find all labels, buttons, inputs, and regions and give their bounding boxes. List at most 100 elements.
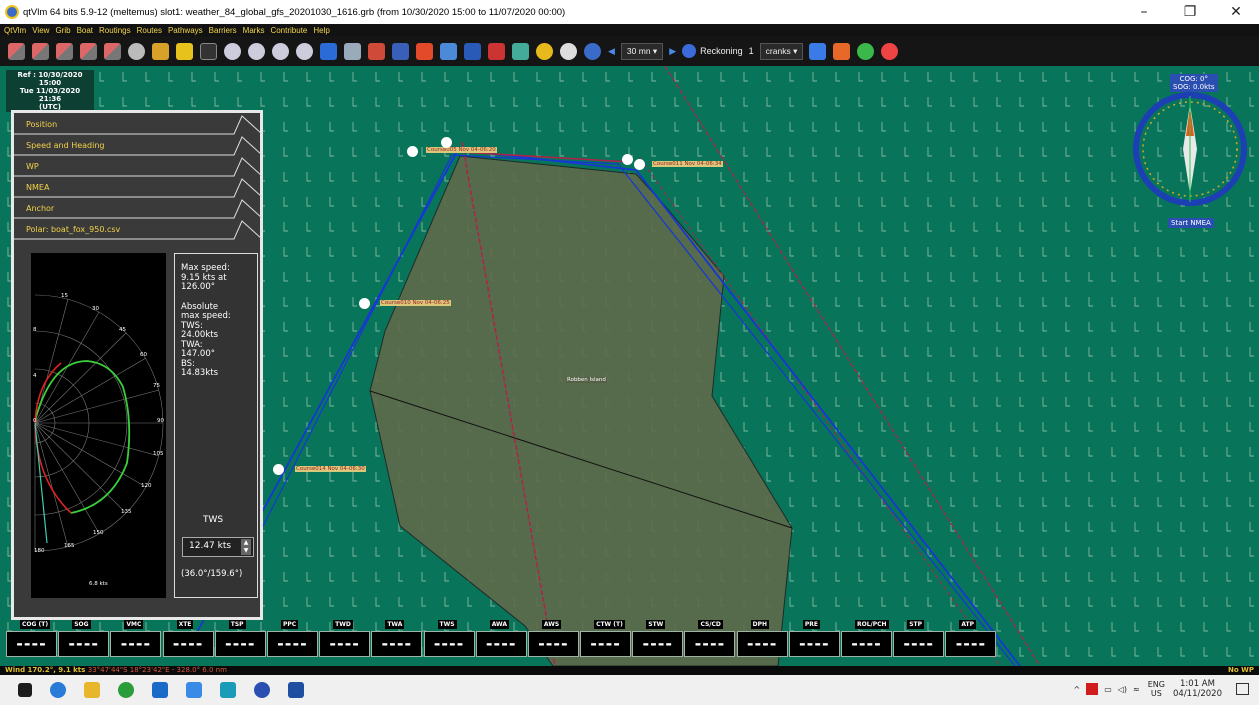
waypoint-marker[interactable] — [273, 464, 284, 475]
file-explorer-icon[interactable] — [84, 682, 100, 698]
chrome-icon[interactable] — [118, 682, 134, 698]
waypoint-marker[interactable] — [634, 159, 645, 170]
windows-start-icon[interactable] — [18, 683, 32, 697]
waypoint-marker[interactable] — [622, 154, 633, 165]
menu-barriers[interactable]: Barriers — [209, 26, 237, 35]
instrument-xte[interactable]: XTE ---- — [162, 620, 214, 660]
mark-icon[interactable] — [56, 42, 73, 60]
tab-position[interactable]: Position — [14, 115, 262, 135]
menu-grib[interactable]: Grib — [55, 26, 70, 35]
wifi-icon[interactable]: ≈ — [1133, 685, 1140, 694]
routing-icon[interactable] — [32, 42, 49, 60]
tab-wp[interactable]: WP — [14, 157, 262, 177]
instrument-cscd[interactable]: CS/CD ---- — [684, 620, 736, 660]
instrument-tsp[interactable]: TSP ---- — [214, 620, 266, 660]
wind-icon[interactable] — [176, 42, 193, 60]
volume-icon[interactable]: ◁) — [1118, 685, 1127, 694]
instrument-aws[interactable]: AWS ---- — [527, 620, 579, 660]
instrument-vmc[interactable]: VMC ---- — [110, 620, 162, 660]
maximize-button[interactable]: ❐ — [1167, 4, 1213, 20]
instrument-twd[interactable]: TWD ---- — [319, 620, 371, 660]
island-label[interactable]: Robben Island — [566, 377, 607, 383]
start-nmea-button[interactable]: Start NMEA — [1168, 218, 1214, 228]
tab-nmea[interactable]: NMEA — [14, 178, 262, 198]
instrument-stp[interactable]: STP ---- — [893, 620, 945, 660]
qtvlm-taskbar-icon[interactable] — [254, 682, 270, 698]
close-button[interactable]: ✕ — [1213, 4, 1259, 20]
clock-icon[interactable] — [128, 42, 145, 60]
keyboard-icon[interactable] — [464, 42, 481, 60]
menu-contribute[interactable]: Contribute — [270, 26, 307, 35]
interval-select[interactable]: 30 mn ▾ — [620, 42, 664, 60]
menu-help[interactable]: Help — [313, 26, 329, 35]
minimize-button[interactable]: – — [1121, 4, 1167, 20]
store-icon[interactable] — [186, 682, 202, 698]
sync-icon[interactable] — [584, 42, 601, 60]
menu-marks[interactable]: Marks — [243, 26, 265, 35]
menu-view[interactable]: View — [32, 26, 49, 35]
step-forward-icon[interactable]: ▶ — [669, 46, 676, 57]
crank-count[interactable]: 1 — [749, 46, 754, 56]
zoom-out-icon[interactable] — [248, 42, 265, 60]
waypoint-marker[interactable] — [407, 146, 418, 157]
zoom-in-icon[interactable] — [224, 42, 241, 60]
language-indicator[interactable]: ENG US — [1148, 680, 1165, 698]
refresh-icon[interactable] — [512, 42, 529, 60]
instrument-twa[interactable]: TWA ---- — [371, 620, 423, 660]
menu-boat[interactable]: Boat — [77, 26, 93, 35]
instrument-cog[interactable]: COG (T) ---- — [6, 620, 57, 660]
chevron-up-icon[interactable]: ^ — [1074, 685, 1081, 694]
instrument-sog[interactable]: SOG ---- — [58, 620, 110, 660]
chart-icon[interactable] — [320, 42, 337, 60]
menu-routings[interactable]: Routings — [99, 26, 131, 35]
antivirus-icon[interactable] — [1086, 683, 1099, 695]
flag-icon[interactable] — [488, 42, 505, 60]
play-icon[interactable] — [682, 44, 697, 58]
search-icon[interactable] — [344, 42, 361, 60]
ais-icon[interactable] — [200, 42, 217, 60]
clock[interactable]: 1:01 AM 04/11/2020 — [1173, 679, 1222, 699]
tab-polar[interactable]: Polar: boat_fox_950.csv — [14, 220, 262, 240]
instrument-tws[interactable]: TWS ---- — [423, 620, 475, 660]
zoom-all-icon[interactable] — [296, 42, 313, 60]
arrow-up-icon[interactable] — [416, 42, 433, 60]
target-icon[interactable] — [857, 42, 875, 60]
waypoint-marker[interactable] — [359, 298, 370, 309]
step-back-icon[interactable]: ◀ — [608, 46, 615, 57]
warning-icon[interactable] — [833, 42, 851, 60]
tws-spinbox[interactable]: 12.47 kts ▲ ▼ — [182, 537, 254, 557]
instrument-stw[interactable]: STW ---- — [632, 620, 684, 660]
compass-icon[interactable] — [104, 42, 121, 60]
outlook-icon[interactable] — [152, 682, 168, 698]
menu-routes[interactable]: Routes — [137, 26, 162, 35]
instrument-ctw[interactable]: CTW (T) ---- — [580, 620, 632, 660]
tab-speed-heading[interactable]: Speed and Heading — [14, 136, 262, 156]
anchor-icon[interactable] — [152, 42, 169, 60]
instrument-awa[interactable]: AWA ---- — [475, 620, 527, 660]
globe-icon[interactable] — [536, 42, 553, 60]
edge-icon[interactable] — [50, 682, 66, 698]
notification-icon[interactable] — [1236, 683, 1249, 695]
menu-pathways[interactable]: Pathways — [168, 26, 203, 35]
instrument-pre[interactable]: PRE ---- — [788, 620, 840, 660]
chart-map[interactable]: Ref : 10/30/2020 15:00 Tue 11/03/2020 21… — [0, 66, 1259, 666]
instrument-ppc[interactable]: PPC ---- — [266, 620, 318, 660]
menu-qtvlm[interactable]: QtVlm — [4, 26, 26, 35]
lifebuoy-icon[interactable] — [881, 42, 899, 60]
word-icon[interactable] — [288, 682, 304, 698]
waypoint-marker[interactable] — [441, 137, 452, 148]
teams-icon[interactable] — [220, 682, 236, 698]
cranks-select[interactable]: cranks ▾ — [759, 42, 804, 60]
person-icon[interactable] — [440, 42, 457, 60]
tab-anchor[interactable]: Anchor — [14, 199, 262, 219]
instrument-dph[interactable]: DPH ---- — [736, 620, 788, 660]
bell-icon[interactable] — [809, 42, 827, 60]
network-icon[interactable]: ▭ — [1104, 685, 1112, 694]
optimize-icon[interactable] — [8, 42, 25, 60]
earth-icon[interactable] — [560, 42, 577, 60]
battery-icon[interactable] — [392, 42, 409, 60]
pencil-icon[interactable] — [368, 42, 385, 60]
vlm-icon[interactable] — [80, 42, 97, 60]
instrument-atp[interactable]: ATP ---- — [945, 620, 997, 660]
zoom-fit-icon[interactable] — [272, 42, 289, 60]
